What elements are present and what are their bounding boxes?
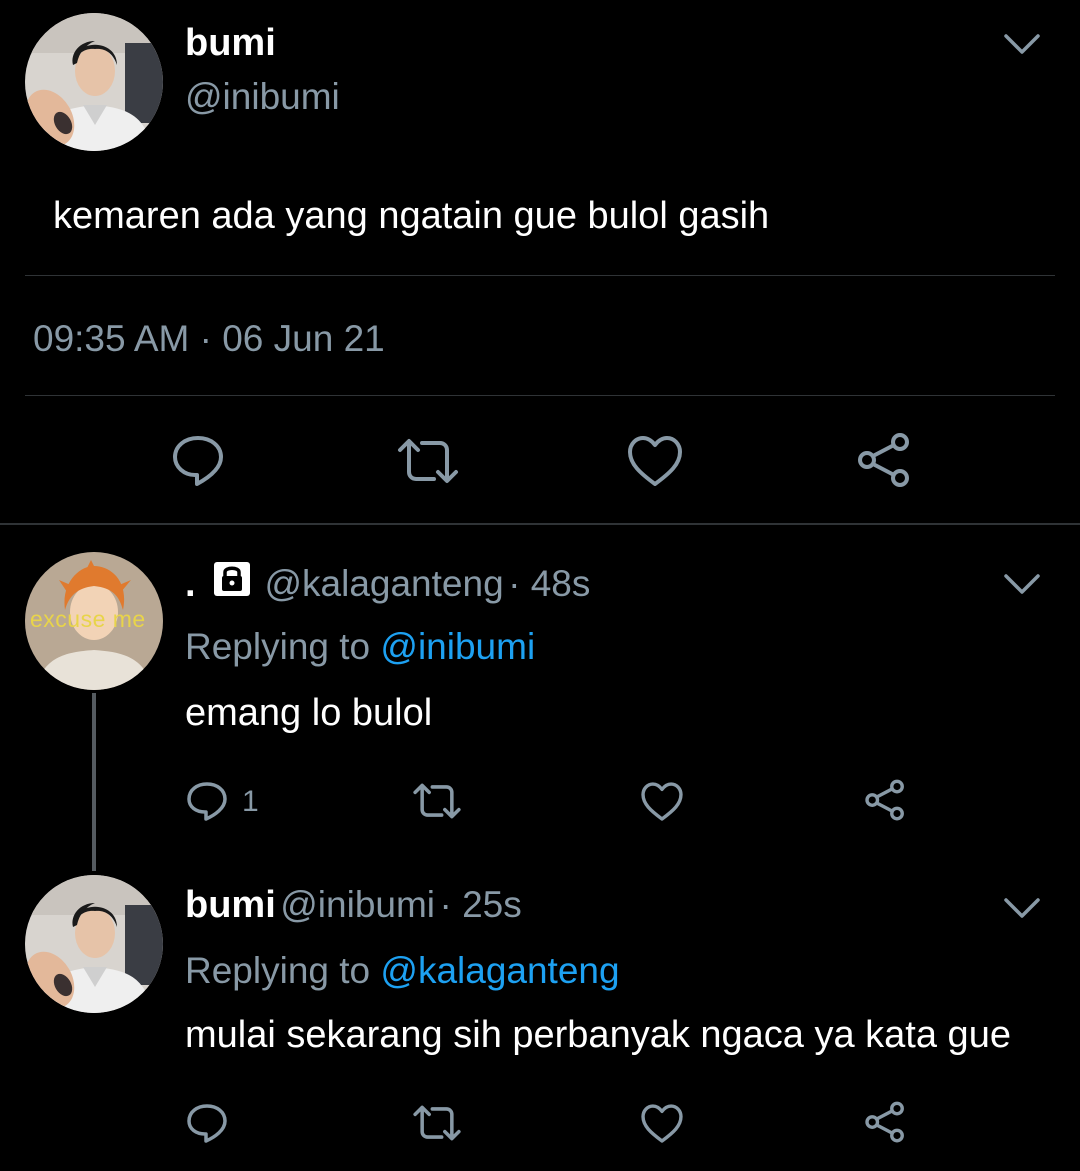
retweet-icon[interactable] [412, 783, 462, 819]
divider [25, 275, 1055, 276]
like-icon[interactable] [640, 781, 684, 822]
reply-header: bumi @inibumi · 25s [185, 884, 522, 927]
profile-photo [25, 875, 163, 1013]
tweet-time: · 48s [508, 563, 591, 604]
tweet-time: · 25s [439, 884, 522, 925]
author-name[interactable]: bumi [185, 22, 276, 65]
divider [25, 395, 1055, 396]
like-icon[interactable] [640, 1103, 684, 1144]
tweet-detail-page: bumi @inibumi kemaren ada yang ngatain g… [0, 0, 1080, 1171]
replying-to-link[interactable]: @inibumi [380, 626, 535, 667]
profile-photo [25, 13, 163, 151]
like-icon[interactable] [626, 434, 684, 488]
avatar-caption: excuse me [30, 606, 146, 632]
chevron-down-icon[interactable] [1003, 570, 1041, 598]
replying-to-label: Replying to [185, 950, 381, 991]
replying-to: Replying to @kalaganteng [185, 950, 620, 992]
lock-icon [212, 560, 252, 603]
retweet-icon[interactable] [412, 1105, 462, 1141]
replying-to: Replying to @inibumi [185, 626, 535, 668]
author-name[interactable]: bumi [185, 884, 276, 926]
replying-to-link[interactable]: @kalaganteng [380, 950, 619, 991]
thread-line [92, 693, 96, 871]
share-icon[interactable] [864, 1101, 906, 1143]
author-name[interactable]: . [185, 563, 196, 605]
author-handle[interactable]: @kalaganteng [264, 563, 503, 604]
reply-icon[interactable] [186, 1102, 228, 1144]
share-icon[interactable] [864, 779, 906, 821]
author-handle[interactable]: @inibumi [280, 884, 435, 925]
tweet-timestamp: 09:35 AM · 06 Jun 21 [33, 318, 385, 359]
author-handle[interactable]: @inibumi [185, 76, 340, 118]
replying-to-label: Replying to [185, 626, 381, 667]
avatar[interactable] [25, 875, 163, 1013]
reply-icon[interactable] [186, 780, 228, 822]
retweet-icon[interactable] [396, 438, 460, 484]
chevron-down-icon[interactable] [1003, 894, 1041, 922]
divider [0, 523, 1080, 525]
avatar[interactable] [25, 13, 163, 151]
tweet-text: kemaren ada yang ngatain gue bulol gasih [53, 195, 770, 237]
chevron-down-icon[interactable] [1003, 30, 1041, 58]
tweet-text: mulai sekarang sih perbanyak ngaca ya ka… [185, 1014, 1011, 1056]
reply-header: . @kalaganteng · 48s [185, 560, 590, 606]
reply-icon[interactable] [170, 432, 226, 488]
reply-count: 1 [242, 785, 259, 818]
tweet-text: emang lo bulol [185, 692, 433, 734]
share-icon[interactable] [856, 432, 912, 488]
